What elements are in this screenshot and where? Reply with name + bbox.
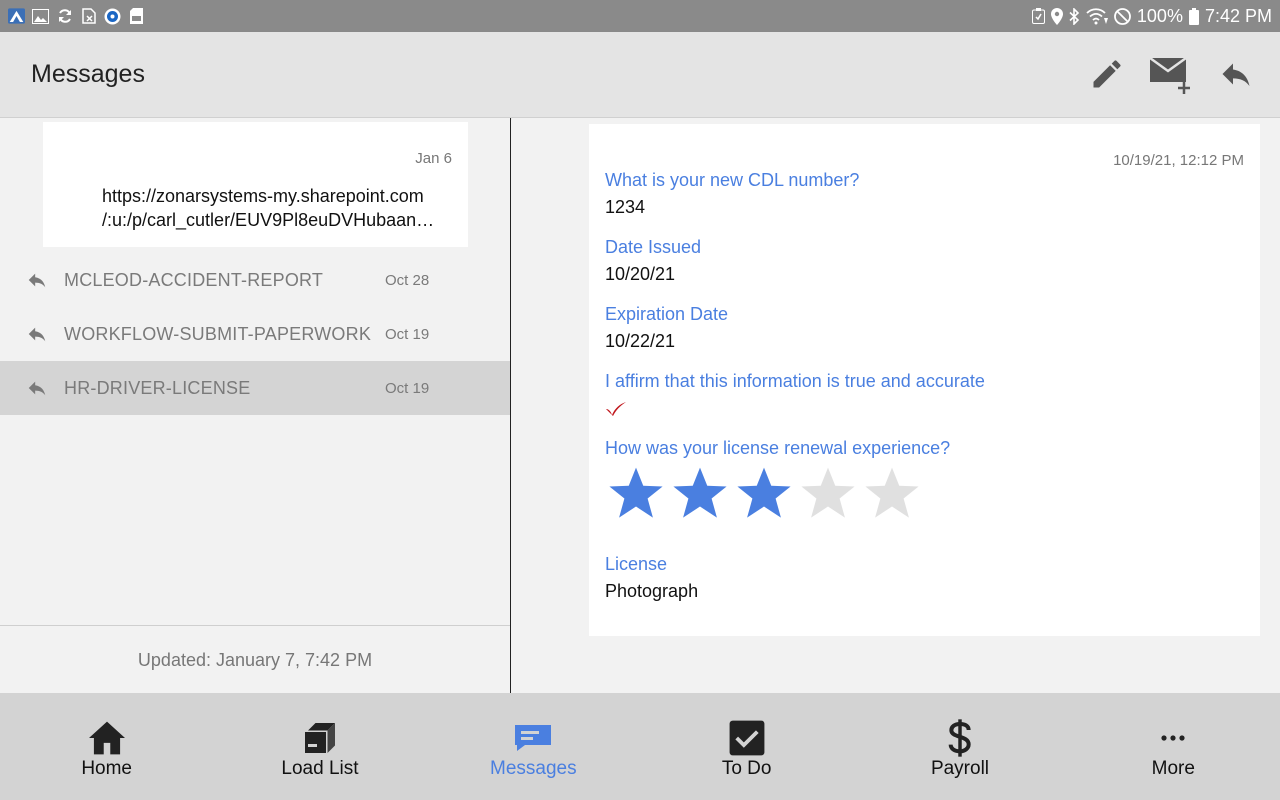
nav-label: Home: [81, 758, 132, 779]
field-answer: Photograph: [605, 581, 699, 601]
message-preview-card[interactable]: Jan 6 https://zonarsystems-my.sharepoint…: [43, 122, 468, 247]
nav-label: Messages: [490, 758, 577, 779]
field-question: License: [605, 554, 668, 574]
battery-percent: 100%: [1136, 5, 1183, 26]
message-item[interactable]: WORKFLOW-SUBMIT-PAPERWORK Oct 19: [0, 307, 510, 361]
field-answer: 1234: [605, 197, 646, 217]
field-answer: 10/22/21: [605, 331, 676, 351]
page-title: Messages: [31, 60, 145, 88]
field-question: What is your new CDL number?: [605, 170, 860, 190]
nav-label: To Do: [721, 758, 772, 779]
star-icon: [801, 467, 855, 518]
location-app-icon: [104, 8, 121, 25]
nav-label: Load List: [281, 758, 359, 779]
reply-icon: [25, 269, 49, 296]
message-subject: MCLEOD-ACCIDENT-REPORT: [64, 269, 324, 290]
message-detail-card: 10/19/21, 12:12 PM What is your new CDL …: [589, 124, 1260, 636]
message-item-selected[interactable]: HR-DRIVER-LICENSE Oct 19: [0, 361, 510, 415]
message-date: Oct 19: [385, 325, 430, 343]
message-date: Oct 19: [385, 379, 430, 397]
field-question: Expiration Date: [605, 304, 729, 324]
status-bar: 100% 7:42 PM: [0, 0, 1280, 32]
nav-home[interactable]: Home: [0, 693, 213, 800]
star-icon: [737, 467, 791, 518]
image-icon: [32, 8, 49, 25]
box-icon: [300, 718, 340, 758]
message-timestamp: 10/19/21, 12:12 PM: [1113, 152, 1244, 169]
bluetooth-icon: [1069, 7, 1080, 25]
nav-label: More: [1151, 758, 1195, 779]
dollar-icon: [940, 718, 980, 758]
star-icon: [673, 467, 727, 518]
star-icon: [609, 467, 663, 518]
message-subject: HR-DRIVER-LICENSE: [64, 377, 251, 398]
more-icon: [1153, 718, 1193, 758]
message-list-pane: Jan 6 https://zonarsystems-my.sharepoint…: [0, 118, 511, 693]
preview-line-2[interactable]: /:u:/p/carl_cutler/EUV9Pl8euDVHubaan…: [102, 208, 458, 232]
edit-button[interactable]: [1085, 54, 1129, 98]
reply-icon: [25, 377, 49, 404]
file-x-icon: [80, 8, 97, 25]
edit-icon: [1089, 56, 1125, 97]
message-subject: WORKFLOW-SUBMIT-PAPERWORK: [64, 323, 372, 344]
checkmark-icon: [605, 401, 627, 422]
location-icon: [1050, 7, 1063, 25]
reply-icon: [1218, 56, 1254, 97]
nav-messages[interactable]: Messages: [427, 693, 640, 800]
bottom-nav: Home Load List Messages To Do Payroll Mo…: [0, 693, 1280, 800]
battery-icon: [1188, 7, 1199, 25]
nav-load-list[interactable]: Load List: [213, 693, 426, 800]
reply-button[interactable]: [1214, 54, 1258, 98]
new-message-button[interactable]: [1148, 54, 1192, 98]
status-bar-system: 100% 7:42 PM: [1031, 5, 1272, 27]
app-bar: Messages: [0, 32, 1280, 118]
message-item[interactable]: MCLEOD-ACCIDENT-REPORT Oct 28: [0, 253, 510, 307]
messages-icon: [513, 718, 553, 758]
sync-icon: [56, 8, 73, 25]
nav-label: Payroll: [930, 758, 990, 779]
nav-more[interactable]: More: [1067, 693, 1280, 800]
nav-to-do[interactable]: To Do: [640, 693, 853, 800]
field-question: How was your license renewal experience?: [605, 438, 951, 458]
new-message-icon: [1148, 54, 1192, 99]
updated-status: Updated: January 7, 7:42 PM: [137, 650, 373, 670]
home-icon: [87, 718, 127, 758]
preview-line-1[interactable]: https://zonarsystems-my.sharepoint.com: [102, 184, 458, 208]
reply-icon: [25, 323, 49, 350]
message-detail-pane: 10/19/21, 12:12 PM What is your new CDL …: [512, 118, 1280, 693]
message-date: Oct 28: [385, 271, 430, 289]
checkbox-icon: [727, 718, 767, 758]
wifi-icon: [1086, 7, 1108, 25]
preview-date: Jan 6: [415, 150, 452, 167]
status-bar-notifications: [8, 8, 145, 25]
nav-payroll[interactable]: Payroll: [853, 693, 1066, 800]
field-question: Date Issued: [605, 237, 702, 257]
status-time: 7:42 PM: [1204, 5, 1272, 26]
field-question: I affirm that this information is true a…: [605, 371, 985, 391]
star-rating: [607, 464, 921, 522]
star-icon: [865, 467, 919, 518]
field-answer: 10/20/21: [605, 264, 676, 284]
do-not-disturb-icon: [1114, 7, 1131, 25]
sd-icon: [128, 8, 145, 25]
save-icon: [1031, 8, 1045, 24]
app-icon: [8, 8, 25, 25]
divider: [0, 625, 510, 626]
preview-text: https://zonarsystems-my.sharepoint.com /…: [102, 184, 458, 232]
